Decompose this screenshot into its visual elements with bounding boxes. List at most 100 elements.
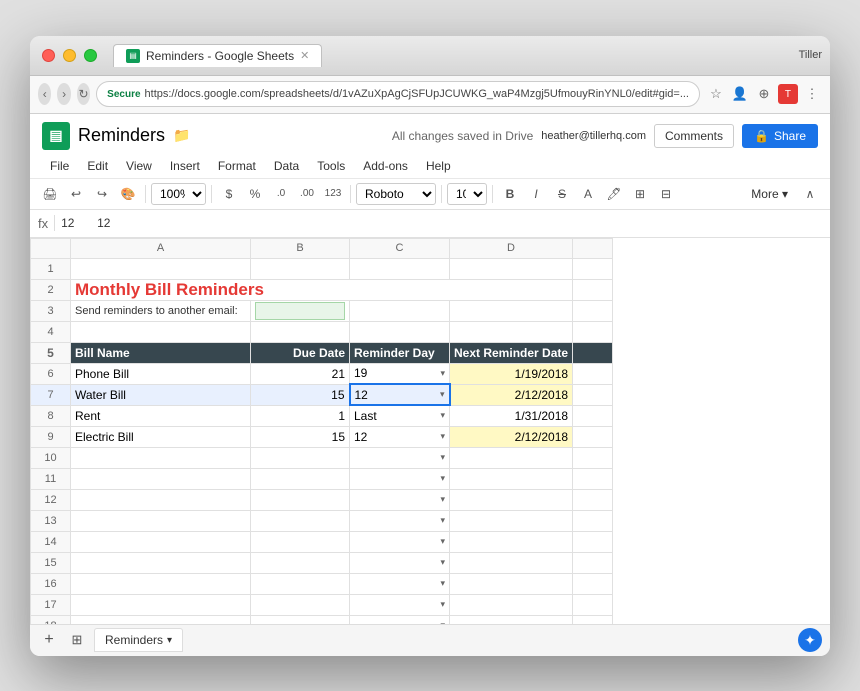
grid-container[interactable]: A B C D 1	[30, 238, 830, 624]
title-cell[interactable]: Monthly Bill Reminders	[71, 279, 573, 300]
col-header-c[interactable]: C	[350, 238, 450, 258]
back-button[interactable]: ‹	[38, 83, 51, 105]
sheet-grid-button[interactable]: ⊞	[66, 629, 88, 651]
tab-close-button[interactable]: ✕	[300, 49, 309, 62]
cell-c6[interactable]: 19 ▾	[350, 363, 450, 384]
menu-file[interactable]: File	[42, 156, 77, 176]
cell-a8[interactable]: Rent	[71, 405, 251, 426]
cell-b6[interactable]: 21	[251, 363, 350, 384]
cell-b3[interactable]	[251, 300, 350, 321]
cell-b11[interactable]	[251, 468, 350, 489]
dropdown-arrow-9[interactable]: ▾	[440, 431, 445, 442]
email-input[interactable]	[255, 302, 345, 320]
cell-a9[interactable]: Electric Bill	[71, 426, 251, 447]
cell-e4[interactable]	[573, 321, 613, 342]
add-sheet-button[interactable]: +	[38, 629, 60, 651]
explore-button[interactable]: ✦	[798, 628, 822, 652]
cell-e11[interactable]	[573, 468, 613, 489]
tiller-icon[interactable]: T	[778, 84, 798, 104]
cell-b1[interactable]	[251, 258, 350, 279]
menu-format[interactable]: Format	[210, 156, 264, 176]
cell-b4[interactable]	[251, 321, 350, 342]
undo-button[interactable]: ↩	[64, 182, 88, 206]
fill-color-button[interactable]: 🖊	[602, 182, 626, 206]
cell-b8[interactable]: 1	[251, 405, 350, 426]
cell-a12[interactable]	[71, 489, 251, 510]
col-header-b[interactable]: B	[251, 238, 350, 258]
cell-c7[interactable]: 12 ▾	[350, 384, 450, 405]
menu-edit[interactable]: Edit	[79, 156, 116, 176]
dropdown-arrow-12[interactable]: ▾	[440, 494, 445, 505]
cell-b10[interactable]	[251, 447, 350, 468]
currency-button[interactable]: $	[217, 182, 241, 206]
cell-a4[interactable]	[71, 321, 251, 342]
paint-format-button[interactable]: 🎨	[116, 182, 140, 206]
col-header-a[interactable]: A	[71, 238, 251, 258]
comments-button[interactable]: Comments	[654, 124, 734, 148]
zoom-select[interactable]: 100%	[151, 183, 206, 205]
close-button[interactable]	[42, 49, 55, 62]
cell-e3[interactable]	[573, 300, 613, 321]
cell-d12[interactable]	[450, 489, 573, 510]
font-size-select[interactable]: 10	[447, 183, 487, 205]
maximize-button[interactable]	[84, 49, 97, 62]
collapse-button[interactable]: ∧	[798, 182, 822, 206]
menu-insert[interactable]: Insert	[162, 156, 208, 176]
cell-d10[interactable]	[450, 447, 573, 468]
dropdown-arrow-8[interactable]: ▾	[440, 410, 445, 421]
share-button[interactable]: 🔒 Share	[742, 124, 818, 148]
font-select[interactable]: Roboto	[356, 183, 436, 205]
browser-tab[interactable]: ▤ Reminders - Google Sheets ✕	[113, 44, 322, 67]
bookmark-icon[interactable]: ☆	[706, 84, 726, 104]
extension-icon[interactable]: ⊕	[754, 84, 774, 104]
merge-button[interactable]: ⊟	[654, 182, 678, 206]
cell-b9[interactable]: 15	[251, 426, 350, 447]
sheet-tab-reminders[interactable]: Reminders ▾	[94, 628, 183, 652]
cell-c4[interactable]	[350, 321, 450, 342]
bold-button[interactable]: B	[498, 182, 522, 206]
cell-b12[interactable]	[251, 489, 350, 510]
decimal-less-button[interactable]: .00	[295, 182, 319, 206]
print-button[interactable]: 🖨	[38, 182, 62, 206]
cell-e9[interactable]	[573, 426, 613, 447]
cell-d3[interactable]	[450, 300, 573, 321]
minimize-button[interactable]	[63, 49, 76, 62]
menu-data[interactable]: Data	[266, 156, 307, 176]
dropdown-arrow-7[interactable]: ▾	[440, 389, 445, 400]
dropdown-arrow-10[interactable]: ▾	[440, 452, 445, 463]
cell-d7[interactable]: 2/12/2018	[450, 384, 573, 405]
percent-button[interactable]: %	[243, 182, 267, 206]
cell-e1[interactable]	[573, 258, 613, 279]
cell-b7[interactable]: 15	[251, 384, 350, 405]
menu-tools[interactable]: Tools	[309, 156, 353, 176]
cell-e8[interactable]	[573, 405, 613, 426]
menu-addons[interactable]: Add-ons	[355, 156, 416, 176]
cell-c1[interactable]	[350, 258, 450, 279]
cell-d9[interactable]: 2/12/2018	[450, 426, 573, 447]
cell-e6[interactable]	[573, 363, 613, 384]
cell-a11[interactable]	[71, 468, 251, 489]
cell-d11[interactable]	[450, 468, 573, 489]
cell-e10[interactable]	[573, 447, 613, 468]
menu-help[interactable]: Help	[418, 156, 459, 176]
forward-button[interactable]: ›	[57, 83, 70, 105]
cell-c9[interactable]: 12 ▾	[350, 426, 450, 447]
cell-ref-input[interactable]	[61, 216, 91, 230]
profile-icon[interactable]: 👤	[730, 84, 750, 104]
cell-d6[interactable]: 1/19/2018	[450, 363, 573, 384]
cell-c3[interactable]	[350, 300, 450, 321]
format-button[interactable]: 123	[321, 182, 345, 206]
refresh-button[interactable]: ↻	[77, 83, 90, 105]
dropdown-arrow-6[interactable]: ▾	[440, 368, 445, 379]
strikethrough-button[interactable]: S	[550, 182, 574, 206]
decimal-more-button[interactable]: .0	[269, 182, 293, 206]
menu-view[interactable]: View	[118, 156, 160, 176]
col-header-e[interactable]	[573, 238, 613, 258]
redo-button[interactable]: ↪	[90, 182, 114, 206]
cell-a10[interactable]	[71, 447, 251, 468]
url-field[interactable]: Secure https://docs.google.com/spreadshe…	[96, 81, 700, 107]
cell-e2[interactable]	[573, 279, 613, 300]
cell-a7[interactable]: Water Bill	[71, 384, 251, 405]
cell-a6[interactable]: Phone Bill	[71, 363, 251, 384]
col-header-d[interactable]: D	[450, 238, 573, 258]
